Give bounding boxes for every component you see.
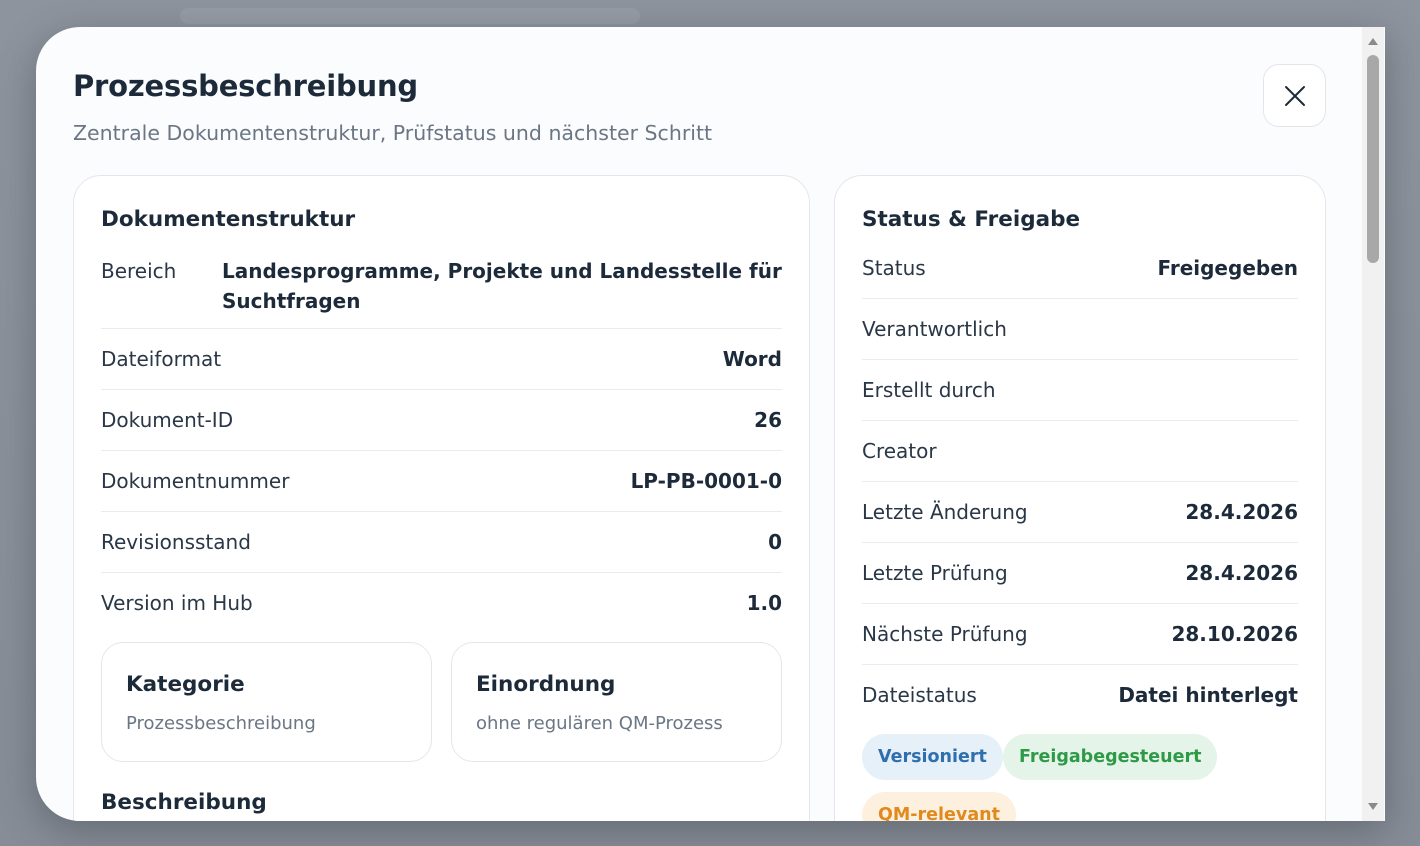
row-bereich: Bereich Landesprogramme, Projekte und La… bbox=[101, 256, 782, 329]
chip-freigabegesteuert: Freigabegesteuert bbox=[1003, 734, 1218, 780]
document-structure-card: Dokumentenstruktur Bereich Landesprogram… bbox=[73, 175, 810, 821]
row-label: Status bbox=[862, 256, 926, 280]
chip-label: QM-relevant bbox=[878, 805, 1000, 821]
background-placeholder bbox=[180, 8, 640, 24]
chip-label: Freigabegesteuert bbox=[1019, 747, 1202, 767]
scrollbar-thumb[interactable] bbox=[1367, 55, 1379, 263]
scroll-up-icon[interactable] bbox=[1367, 35, 1379, 47]
modal-scrollbar[interactable] bbox=[1362, 27, 1384, 821]
row-label: Dateistatus bbox=[862, 683, 977, 707]
row-value: 28.10.2026 bbox=[1171, 622, 1298, 646]
row-value: 0 bbox=[768, 530, 782, 554]
row-label: Letzte Änderung bbox=[862, 500, 1028, 524]
row-label: Nächste Prüfung bbox=[862, 622, 1028, 646]
row-revisionsstand: Revisionsstand 0 bbox=[101, 530, 782, 573]
einordnung-value: ohne regulären QM-Prozess bbox=[476, 713, 723, 734]
scroll-down-icon[interactable] bbox=[1367, 801, 1379, 813]
row-dokumentnummer: Dokumentnummer LP-PB-0001-0 bbox=[101, 469, 782, 512]
row-label: Dateiformat bbox=[101, 347, 222, 371]
row-letzte-aenderung: Letzte Änderung 28.4.2026 bbox=[862, 500, 1298, 543]
row-erstellt-durch: Erstellt durch bbox=[862, 378, 1298, 421]
row-dateiformat: Dateiformat Word bbox=[101, 347, 782, 390]
kategorie-card: Kategorie Prozessbeschreibung bbox=[101, 642, 432, 762]
document-structure-title: Dokumentenstruktur bbox=[101, 207, 356, 232]
row-value: Datei hinterlegt bbox=[1118, 683, 1298, 707]
row-value: LP-PB-0001-0 bbox=[630, 469, 782, 493]
row-status: Status Freigegeben bbox=[862, 256, 1298, 299]
row-label: Dokumentnummer bbox=[101, 469, 290, 493]
row-label: Verantwortlich bbox=[862, 317, 1007, 341]
beschreibung-title: Beschreibung bbox=[101, 790, 267, 815]
row-value: Freigegeben bbox=[1157, 256, 1298, 280]
einordnung-card: Einordnung ohne regulären QM-Prozess bbox=[451, 642, 782, 762]
modal-title: Prozessbeschreibung bbox=[73, 69, 418, 103]
row-label: Version im Hub bbox=[101, 591, 253, 615]
close-icon bbox=[1284, 85, 1305, 106]
row-version-im-hub: Version im Hub 1.0 bbox=[101, 591, 782, 634]
close-button[interactable] bbox=[1263, 64, 1326, 127]
row-dateistatus: Dateistatus Datei hinterlegt bbox=[862, 683, 1298, 726]
chip-versioniert: Versioniert bbox=[862, 734, 1003, 780]
kategorie-title: Kategorie bbox=[126, 672, 245, 697]
chip-label: Versioniert bbox=[878, 747, 987, 767]
row-label: Dokument-ID bbox=[101, 408, 234, 432]
row-letzte-pruefung: Letzte Prüfung 28.4.2026 bbox=[862, 561, 1298, 604]
kategorie-value: Prozessbeschreibung bbox=[126, 713, 316, 734]
row-verantwortlich: Verantwortlich bbox=[862, 317, 1298, 360]
row-value: Landesprogramme, Projekte und Landesstel… bbox=[222, 259, 782, 313]
row-label: Creator bbox=[862, 439, 937, 463]
chip-qm-relevant: QM-relevant bbox=[862, 792, 1016, 821]
modal-subtitle: Zentrale Dokumentenstruktur, Prüfstatus … bbox=[73, 121, 713, 145]
row-label: Letzte Prüfung bbox=[862, 561, 1008, 585]
process-description-modal: Prozessbeschreibung Zentrale Dokumentens… bbox=[36, 27, 1385, 821]
row-creator: Creator bbox=[862, 439, 1298, 482]
status-approval-card: Status & Freigabe Status Freigegeben Ver… bbox=[834, 175, 1326, 821]
row-value: 28.4.2026 bbox=[1185, 561, 1298, 585]
status-approval-title: Status & Freigabe bbox=[862, 207, 1081, 232]
row-label: Bereich bbox=[101, 259, 177, 283]
row-value: 26 bbox=[754, 408, 782, 432]
einordnung-title: Einordnung bbox=[476, 672, 616, 697]
row-value: 1.0 bbox=[746, 591, 782, 615]
row-value: 28.4.2026 bbox=[1185, 500, 1298, 524]
row-naechste-pruefung: Nächste Prüfung 28.10.2026 bbox=[862, 622, 1298, 665]
row-value: Word bbox=[722, 347, 782, 371]
row-label: Revisionsstand bbox=[101, 530, 251, 554]
row-dokument-id: Dokument-ID 26 bbox=[101, 408, 782, 451]
modal-content: Prozessbeschreibung Zentrale Dokumentens… bbox=[36, 27, 1363, 821]
row-label: Erstellt durch bbox=[862, 378, 996, 402]
